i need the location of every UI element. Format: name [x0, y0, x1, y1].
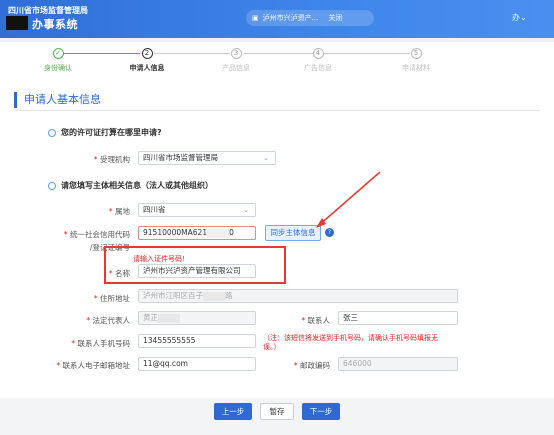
name-input[interactable]: 泸州市兴泸资产管理有限公司 — [138, 264, 256, 278]
save-draft-button[interactable]: 暂存 — [260, 403, 294, 420]
phone-label: * 联系人手机号码 — [71, 339, 130, 348]
address-label: * 住所地址 — [93, 294, 130, 303]
address-input[interactable]: 泸州市江阳区百子路 — [138, 289, 458, 303]
phone-warning: （注：该短信将发送到手机号码，请确认手机号码填报无误。） — [263, 334, 438, 351]
name-label: * 名称 — [108, 269, 130, 278]
next-step-button[interactable]: 下一步 — [302, 403, 340, 420]
contact-label: * 联系人 — [301, 316, 330, 325]
email-input[interactable]: 11@qq.com — [138, 357, 256, 371]
postcode-input[interactable]: 646000 — [338, 357, 458, 371]
prev-step-button[interactable]: 上一步 — [214, 403, 252, 420]
contact-input[interactable]: 张三 — [338, 311, 458, 325]
email-label: * 联系人电子邮箱地址 — [56, 361, 130, 370]
postcode-label: * 邮政编码 — [293, 361, 330, 370]
legal-rep-input[interactable]: 黄正 — [138, 311, 256, 325]
legal-rep-label: * 法定代表人 — [86, 316, 130, 325]
phone-input[interactable]: 13455555555 — [138, 334, 256, 348]
credit-code-error: 请输入证件号码! — [133, 255, 185, 263]
